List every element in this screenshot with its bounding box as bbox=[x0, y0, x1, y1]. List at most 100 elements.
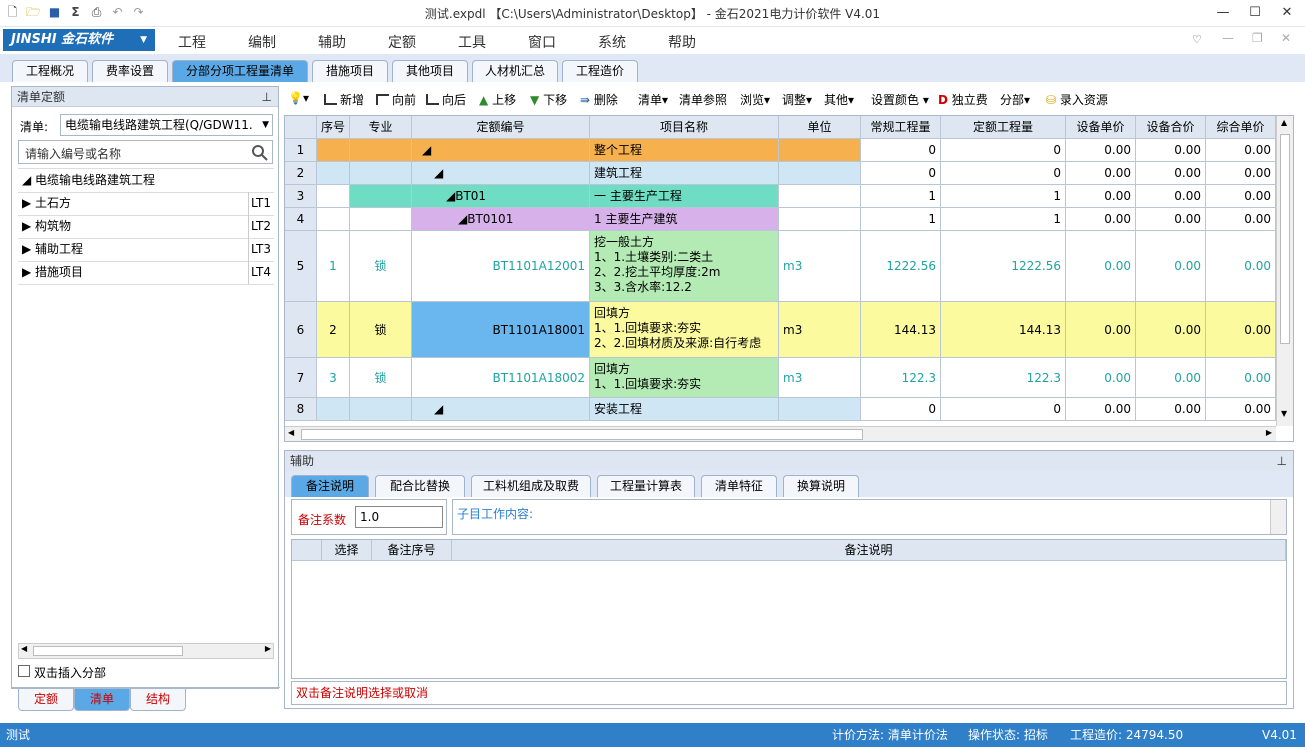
grid-cell-p2[interactable]: 0.00 bbox=[1136, 231, 1206, 302]
adjust-button[interactable]: 调整▾ bbox=[782, 91, 812, 108]
grid-cell-code[interactable]: BT1101A12001 bbox=[412, 231, 590, 302]
set-color-button[interactable]: 设置颜色 ▾ bbox=[871, 91, 929, 108]
tree-item[interactable]: ▶ 土石方 bbox=[22, 192, 71, 215]
grid-cell-name[interactable]: 一 主要生产工程 bbox=[590, 185, 779, 208]
grid-cell-q1[interactable]: 1222.56 bbox=[861, 231, 941, 302]
search-input[interactable]: 请输入编号或名称 bbox=[25, 145, 121, 162]
search-box[interactable]: 请输入编号或名称 bbox=[18, 140, 273, 164]
grid-cell-q1[interactable]: 144.13 bbox=[861, 302, 941, 358]
grid-cell-spec[interactable] bbox=[350, 398, 412, 421]
grid-cell-q1[interactable]: 122.3 bbox=[861, 358, 941, 398]
independent-fee-button[interactable]: D 独立费 bbox=[938, 91, 988, 108]
grid-cell-q1[interactable]: 0 bbox=[861, 162, 941, 185]
grid-cell-unit[interactable] bbox=[779, 208, 861, 231]
grid-cell-q2[interactable]: 122.3 bbox=[941, 358, 1066, 398]
grid-cell-name[interactable]: 建筑工程 bbox=[590, 162, 779, 185]
grid-cell-unit[interactable] bbox=[779, 185, 861, 208]
grid-cell-p3[interactable]: 0.00 bbox=[1206, 358, 1276, 398]
scroll-left-icon[interactable]: ◀ bbox=[21, 644, 27, 653]
grid-cell-q2[interactable]: 0 bbox=[941, 398, 1066, 421]
grid-cell-name[interactable]: 整个工程 bbox=[590, 139, 779, 162]
grid-cell-p2[interactable]: 0.00 bbox=[1136, 398, 1206, 421]
grid-cell-q2[interactable]: 1 bbox=[941, 208, 1066, 231]
grid-cell-code[interactable]: ◢ bbox=[412, 139, 590, 162]
col-code[interactable]: 定额编号 bbox=[412, 116, 590, 139]
grid-cell-seq[interactable]: 2 bbox=[317, 302, 350, 358]
list-menu-button[interactable]: 清单▾ bbox=[638, 91, 668, 108]
close-icon[interactable]: ✕ bbox=[1272, 2, 1302, 24]
grid-cell-p3[interactable]: 0.00 bbox=[1206, 139, 1276, 162]
row-header[interactable]: 1 bbox=[285, 139, 317, 162]
grid-cell-unit[interactable]: m3 bbox=[779, 231, 861, 302]
grid-cell-seq[interactable] bbox=[317, 185, 350, 208]
grid-cell-q2[interactable]: 0 bbox=[941, 139, 1066, 162]
menu-help[interactable]: 帮助 bbox=[668, 32, 696, 52]
menu-project[interactable]: 工程 bbox=[178, 32, 206, 52]
grid-cell-code[interactable]: BT1101A18002 bbox=[412, 358, 590, 398]
grid-cell-code[interactable]: ◢ bbox=[412, 398, 590, 421]
scroll-right-icon[interactable]: ▶ bbox=[1266, 428, 1272, 437]
grid-cell-p1[interactable]: 0.00 bbox=[1066, 139, 1136, 162]
grid-cell-p3[interactable]: 0.00 bbox=[1206, 231, 1276, 302]
grid-cell-seq[interactable] bbox=[317, 398, 350, 421]
grid-cell-seq[interactable] bbox=[317, 208, 350, 231]
scroll-left-icon[interactable]: ◀ bbox=[288, 428, 294, 437]
aux-tab-remarks[interactable]: 备注说明 bbox=[291, 475, 369, 497]
row-header[interactable]: 6 bbox=[285, 302, 317, 358]
row-header[interactable]: 5 bbox=[285, 231, 317, 302]
grid-cell-p3[interactable]: 0.00 bbox=[1206, 162, 1276, 185]
grid-cell-p1[interactable]: 0.00 bbox=[1066, 231, 1136, 302]
grid-cell-p1[interactable]: 0.00 bbox=[1066, 185, 1136, 208]
grid-cell-spec[interactable] bbox=[350, 208, 412, 231]
tree-root[interactable]: ◢ 电缆输电线路建筑工程 bbox=[22, 169, 155, 192]
work-content-scrollbar[interactable] bbox=[1270, 500, 1286, 534]
aux-tab-mix[interactable]: 配合比替换 bbox=[375, 475, 465, 497]
left-hscrollbar[interactable]: ◀ ▶ bbox=[18, 643, 274, 659]
col-p1[interactable]: 设备单价 bbox=[1066, 116, 1136, 139]
tab-resources[interactable]: 人材机汇总 bbox=[472, 60, 558, 82]
grid-cell-seq[interactable]: 1 bbox=[317, 231, 350, 302]
grid-cell-q2[interactable]: 1222.56 bbox=[941, 231, 1066, 302]
grid-cell-code[interactable]: BT1101A18001 bbox=[412, 302, 590, 358]
col-p2[interactable]: 设备合价 bbox=[1136, 116, 1206, 139]
grid-cell-unit[interactable]: m3 bbox=[779, 358, 861, 398]
aux-tab-labor[interactable]: 工料机组成及取费 bbox=[471, 475, 591, 497]
grid-cell-q1[interactable]: 1 bbox=[861, 185, 941, 208]
pin-icon[interactable]: ⊥ bbox=[262, 87, 272, 107]
section-button[interactable]: 分部▾ bbox=[1000, 91, 1030, 108]
aux-tab-quantity[interactable]: 工程量计算表 bbox=[597, 475, 695, 497]
grid-cell-unit[interactable]: m3 bbox=[779, 302, 861, 358]
grid-cell-spec[interactable] bbox=[350, 162, 412, 185]
grid-cell-name[interactable]: 安装工程 bbox=[590, 398, 779, 421]
row-header[interactable]: 3 bbox=[285, 185, 317, 208]
grid-cell-name[interactable]: 回填方 1、1.回填要求:夯实 2、2.回填材质及来源:自行考虑 bbox=[590, 302, 779, 358]
work-content-box[interactable]: 子目工作内容: bbox=[452, 499, 1287, 535]
grid-cell-unit[interactable] bbox=[779, 162, 861, 185]
grid-cell-code[interactable]: ◢BT01 bbox=[412, 185, 590, 208]
grid-cell-q1[interactable]: 0 bbox=[861, 139, 941, 162]
col-name[interactable]: 项目名称 bbox=[590, 116, 779, 139]
move-down-button[interactable]: ▼ 下移 bbox=[530, 91, 567, 108]
grid-cell-seq[interactable]: 3 bbox=[317, 358, 350, 398]
col-select[interactable]: 选择 bbox=[322, 540, 372, 561]
menu-quota[interactable]: 定额 bbox=[388, 32, 416, 52]
grid-hscrollbar[interactable]: ◀ ▶ bbox=[285, 426, 1276, 441]
tab-other[interactable]: 其他项目 bbox=[392, 60, 468, 82]
grid-cell-p2[interactable]: 0.00 bbox=[1136, 208, 1206, 231]
pin-icon[interactable]: ⊥ bbox=[1277, 451, 1287, 471]
enter-resource-button[interactable]: ⛁ 录入资源 bbox=[1046, 91, 1108, 108]
grid-cell-q2[interactable]: 1 bbox=[941, 185, 1066, 208]
insert-before-button[interactable]: 向前 bbox=[376, 91, 416, 108]
list-ref-button[interactable]: 清单参照 bbox=[679, 91, 727, 108]
menu-system[interactable]: 系统 bbox=[598, 32, 626, 52]
grid-cell-spec[interactable] bbox=[350, 139, 412, 162]
grid-cell-seq[interactable] bbox=[317, 139, 350, 162]
tree-item[interactable]: ▶ 辅助工程 bbox=[22, 238, 83, 261]
other-button[interactable]: 其他▾ bbox=[824, 91, 854, 108]
menu-window[interactable]: 窗口 bbox=[528, 32, 556, 52]
col-q1[interactable]: 常规工程量 bbox=[861, 116, 941, 139]
scroll-right-icon[interactable]: ▶ bbox=[265, 644, 271, 653]
tab-measures[interactable]: 措施项目 bbox=[312, 60, 388, 82]
grid-cell-p1[interactable]: 0.00 bbox=[1066, 358, 1136, 398]
col-spec[interactable]: 专业 bbox=[350, 116, 412, 139]
